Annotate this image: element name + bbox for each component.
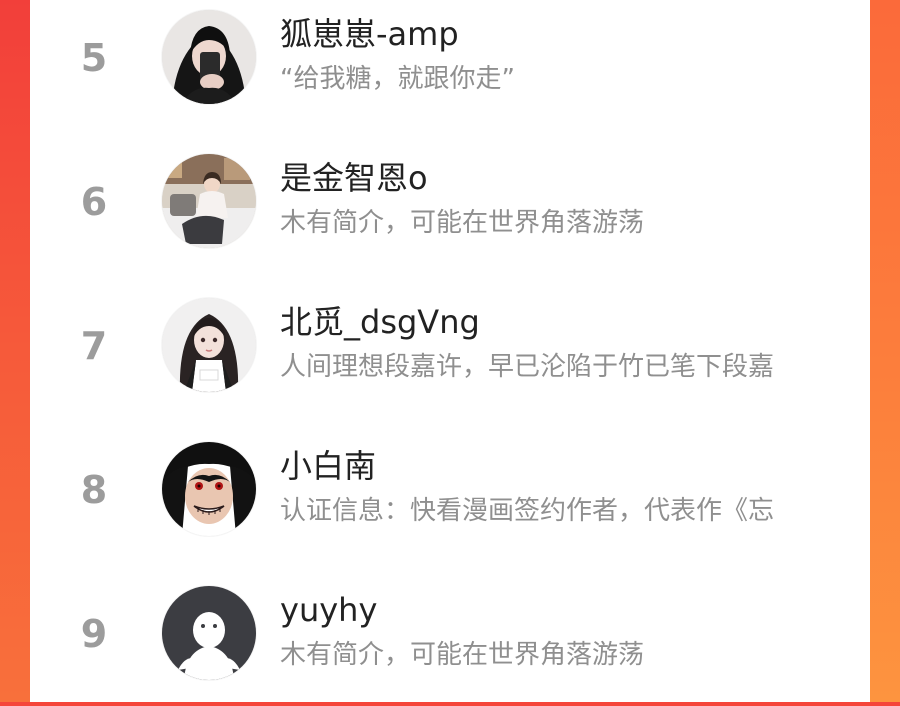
anime-grinning-character-icon [162, 442, 256, 536]
avatar[interactable] [162, 586, 256, 680]
ranking-row[interactable]: 8 小白南 认证信息：快看漫画签约作者，代表作《忘 [30, 418, 870, 562]
ranking-row[interactable]: 6 是金智恩o 木有简介，可能在世界角落游荡 [30, 130, 870, 274]
user-name[interactable]: 北觅_dsgVng [280, 302, 480, 342]
default-ghost-avatar-icon [162, 586, 256, 680]
ranking-panel: 5 狐崽崽-amp “给我糖，就跟你走” 6 是金智恩o 木有简介，可能在世界角… [30, 0, 870, 702]
girl-phone-selfie-icon [162, 10, 256, 104]
user-bio: 人间理想段嘉许，早已沦陷于竹已笔下段嘉 [280, 352, 775, 382]
right-gradient-border [870, 0, 900, 702]
avatar[interactable] [162, 298, 256, 392]
user-bio: 木有简介，可能在世界角落游荡 [280, 208, 645, 238]
user-name[interactable]: 狐崽崽-amp [280, 14, 459, 54]
rank-number: 6 [80, 180, 108, 224]
left-gradient-border [0, 0, 30, 702]
rank-number: 9 [80, 612, 108, 656]
user-bio: “给我糖，就跟你走” [280, 64, 515, 94]
user-name[interactable]: yuyhy [280, 590, 377, 630]
ranking-row[interactable]: 7 北觅_dsgVng 人间理想段嘉许，早已沦陷于竹已笔下段嘉 [30, 274, 870, 418]
anime-girl-illustration-icon [162, 298, 256, 392]
avatar[interactable] [162, 154, 256, 248]
rank-number: 5 [80, 36, 108, 80]
user-bio: 木有简介，可能在世界角落游荡 [280, 640, 645, 670]
user-name[interactable]: 小白南 [280, 446, 376, 486]
user-bio: 认证信息：快看漫画签约作者，代表作《忘 [280, 496, 775, 526]
avatar[interactable] [162, 442, 256, 536]
avatar[interactable] [162, 10, 256, 104]
user-name[interactable]: 是金智恩o [280, 158, 428, 198]
ranking-row[interactable]: 9 yuyhy 木有简介，可能在世界角落游荡 [30, 562, 870, 706]
girl-sitting-room-icon [162, 154, 256, 248]
ranking-row[interactable]: 5 狐崽崽-amp “给我糖，就跟你走” [30, 0, 870, 130]
rank-number: 7 [80, 324, 108, 368]
rank-number: 8 [80, 468, 108, 512]
